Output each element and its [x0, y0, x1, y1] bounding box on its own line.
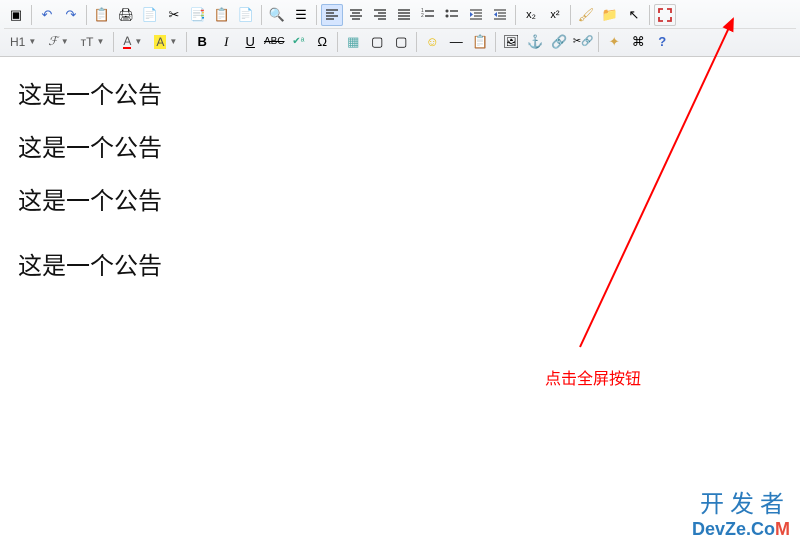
hr-button[interactable]: —: [445, 31, 467, 53]
align-left-button[interactable]: [321, 4, 343, 26]
heading-dropdown[interactable]: H1▼: [6, 31, 40, 53]
fontcolor-dropdown[interactable]: A▼: [119, 31, 146, 53]
unordered-list-button[interactable]: [441, 4, 463, 26]
content-line: 这是一个公告: [18, 181, 782, 216]
table-cell-button[interactable]: ▢: [390, 31, 412, 53]
watermark-en: DevZe.CoM: [692, 519, 790, 540]
superscript-button[interactable]: x²: [544, 4, 566, 26]
indent-button[interactable]: [465, 4, 487, 26]
fullscreen-button[interactable]: [654, 4, 676, 26]
bold-button[interactable]: B: [191, 31, 213, 53]
ordered-list-button[interactable]: 12: [417, 4, 439, 26]
font-dropdown[interactable]: ℱ▼: [44, 31, 72, 53]
copy-button[interactable]: 📑: [187, 4, 209, 26]
strike-button[interactable]: ABC: [263, 31, 285, 53]
paste-plain-button[interactable]: 📋: [211, 4, 233, 26]
italic-button[interactable]: I: [215, 31, 237, 53]
table-border-button[interactable]: ▢: [366, 31, 388, 53]
content-line: 这是一个公告: [18, 75, 782, 110]
editor-content[interactable]: 这是一个公告 这是一个公告 这是一个公告 这是一个公告 点击全屏按钮: [0, 57, 800, 551]
content-line: 这是一个公告: [18, 246, 782, 281]
select-all-button[interactable]: ☰: [290, 4, 312, 26]
editor-toolbar: ▣ ↶ ↷ 📋 🖨 📄 ✂ 📑 📋 📄 🔍 ☰: [0, 0, 800, 57]
undo-button[interactable]: ↶: [36, 4, 58, 26]
spellcheck-button[interactable]: ✔ᵃ: [287, 31, 309, 53]
paste-special-button[interactable]: 📋: [469, 31, 491, 53]
clear-format-button[interactable]: ✦: [603, 31, 625, 53]
format-brush-button[interactable]: 🖌: [575, 4, 597, 26]
watermark: 开发者 DevZe.CoM: [692, 484, 790, 540]
underline-button[interactable]: U: [239, 31, 261, 53]
table-button[interactable]: ▦: [342, 31, 364, 53]
paste-button[interactable]: 📋: [91, 4, 113, 26]
cut-button[interactable]: ✂: [163, 4, 185, 26]
fontsize-dropdown[interactable]: тT▼: [77, 31, 109, 53]
anchor-button[interactable]: ⚓: [524, 31, 546, 53]
image-button[interactable]: 🖼: [500, 31, 522, 53]
help-button[interactable]: ?: [651, 31, 673, 53]
watermark-cn: 开发者: [692, 484, 790, 519]
svg-text:2: 2: [421, 13, 424, 19]
unlink-button[interactable]: ✂🔗: [572, 31, 594, 53]
paste-word-button[interactable]: 📄: [235, 4, 257, 26]
content-line: 这是一个公告: [18, 128, 782, 163]
hilite-dropdown[interactable]: A▼: [150, 31, 181, 53]
print-button[interactable]: 🖨: [115, 4, 137, 26]
align-justify-button[interactable]: [393, 4, 415, 26]
annotation-text: 点击全屏按钮: [545, 365, 641, 389]
cursor-button[interactable]: ↖: [623, 4, 645, 26]
special-char-button[interactable]: Ω: [311, 31, 333, 53]
new-button[interactable]: 📄: [139, 4, 161, 26]
code-button[interactable]: ⌘: [627, 31, 649, 53]
link-button[interactable]: 🔗: [548, 31, 570, 53]
find-replace-button[interactable]: 🔍: [266, 4, 288, 26]
smiley-button[interactable]: ☺: [421, 31, 443, 53]
align-center-button[interactable]: [345, 4, 367, 26]
redo-button[interactable]: ↷: [60, 4, 82, 26]
align-right-button[interactable]: [369, 4, 391, 26]
source-button[interactable]: ▣: [5, 4, 27, 26]
outdent-button[interactable]: [489, 4, 511, 26]
templates-button[interactable]: 📁: [599, 4, 621, 26]
subscript-button[interactable]: x₂: [520, 4, 542, 26]
